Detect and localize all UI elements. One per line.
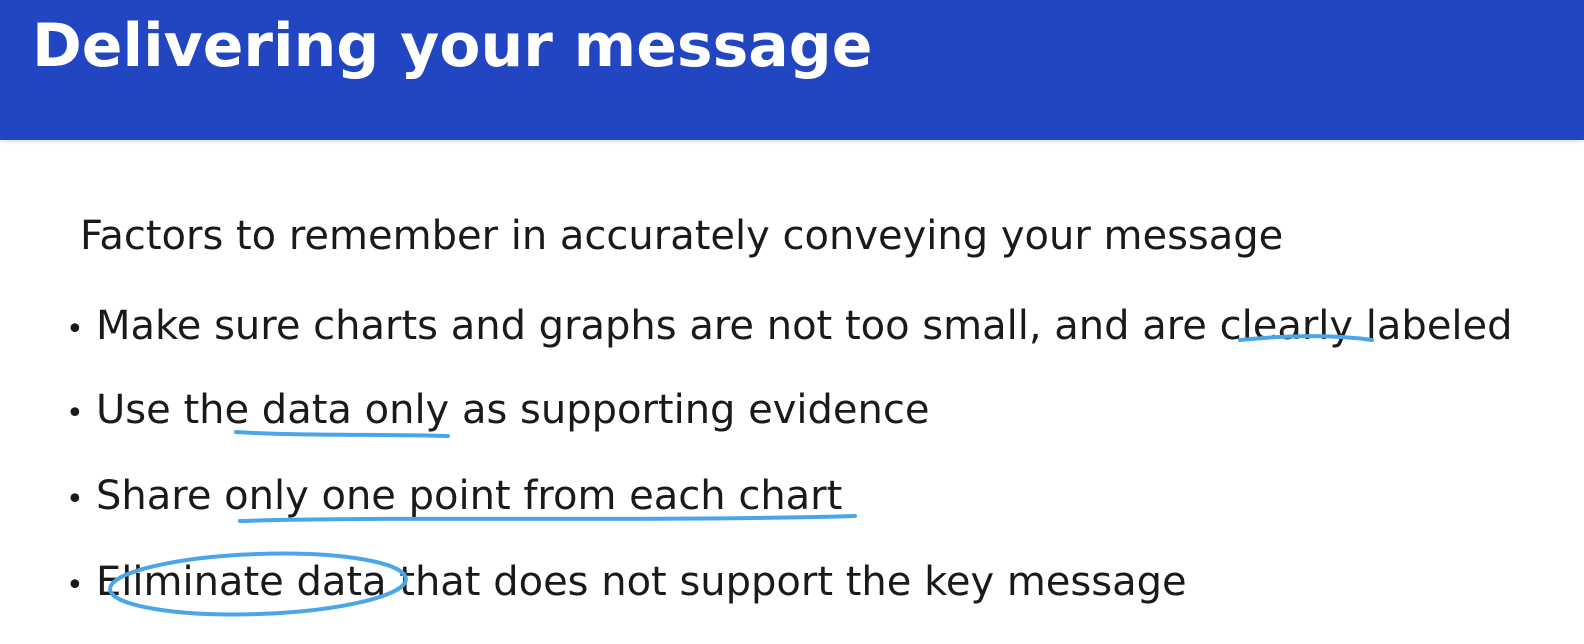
slide-subtitle: Factors to remember in accurately convey… (80, 213, 1284, 259)
slide: Delivering your message Factors to remem… (0, 0, 1584, 644)
bullet-item: • Use the data only as supporting evidenc… (66, 380, 930, 440)
bullet-dot: • (66, 396, 84, 431)
bullet-item: • Eliminate data that does not support th… (66, 552, 1187, 612)
bullet-item: • Share only one point from each chart (66, 466, 842, 526)
slide-title: Delivering your message (32, 11, 873, 81)
bullet-dot: • (66, 568, 84, 603)
bullet-text: Use the data only as supporting evidence (96, 387, 930, 433)
bullet-dot: • (66, 482, 84, 517)
bullet-text: Eliminate data that does not support the… (96, 559, 1187, 605)
bullet-dot: • (66, 312, 84, 347)
header-bar: Delivering your message (0, 0, 1584, 140)
bullet-item: • Make sure charts and graphs are not too… (66, 296, 1513, 356)
bullet-text: Share only one point from each chart (96, 473, 843, 519)
bullet-text: Make sure charts and graphs are not too … (96, 303, 1513, 349)
